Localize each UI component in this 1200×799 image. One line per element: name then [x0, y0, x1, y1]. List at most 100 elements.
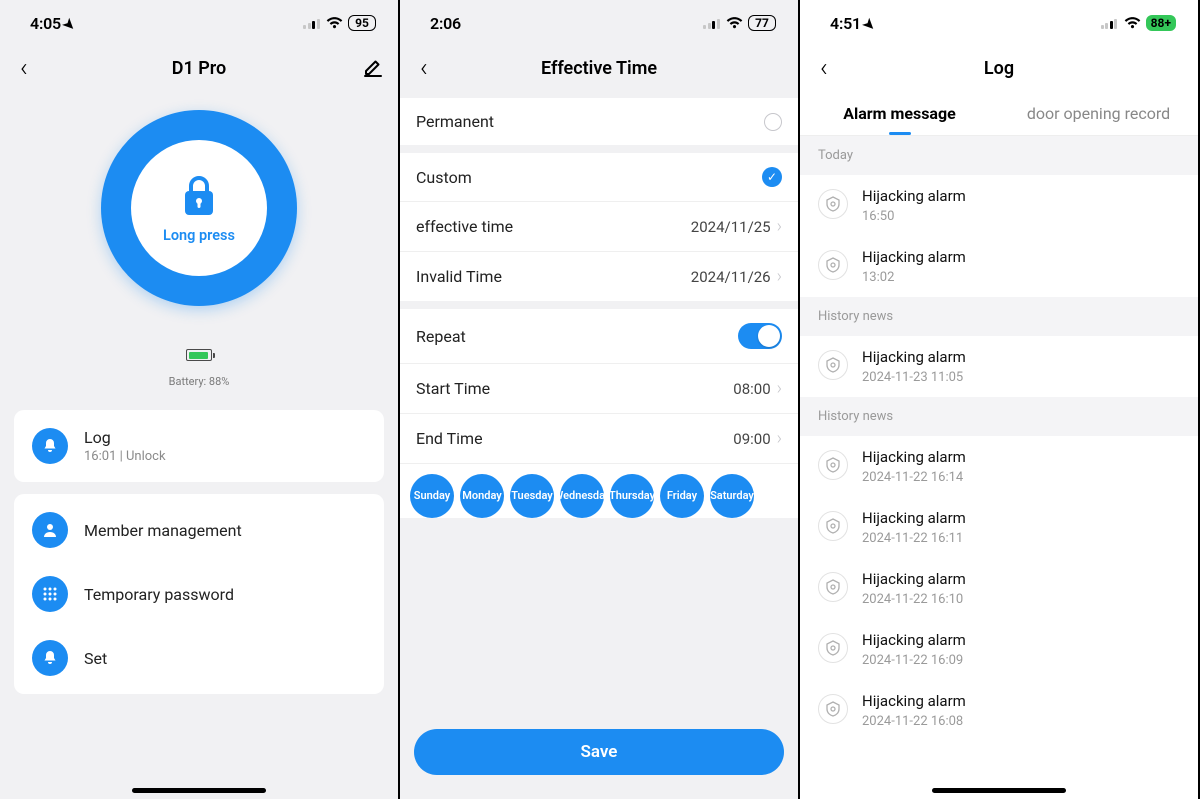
bell-icon [32, 428, 68, 464]
menu-set-label: Set [84, 649, 107, 668]
menu-temp-label: Temporary password [84, 585, 234, 604]
day-chip[interactable]: Thursday [610, 474, 654, 518]
back-button[interactable]: ‹ [812, 49, 836, 87]
status-bar: 4:05➤ 95 [0, 0, 398, 46]
location-arrow-icon: ➤ [859, 15, 878, 34]
menu-temporary-password[interactable]: Temporary password [14, 562, 384, 626]
invalid-time-label: Invalid Time [416, 267, 502, 286]
status-time: 2:06 [430, 14, 461, 33]
bell-icon [32, 640, 68, 676]
wifi-icon [726, 17, 743, 29]
menu-set[interactable]: Set [14, 626, 384, 690]
menu-member-management[interactable]: Member management [14, 498, 384, 562]
battery-block: Battery: 88% [169, 346, 230, 388]
save-button[interactable]: Save [414, 729, 784, 775]
log-row[interactable]: Hijacking alarm 2024-11-22 16:10 [800, 558, 1198, 619]
row-start-time[interactable]: Start Time 08:00 › [400, 364, 798, 414]
tab-alarm-message[interactable]: Alarm message [800, 90, 999, 135]
log-item-time: 2024-11-22 16:11 [862, 531, 966, 546]
log-item-title: Hijacking alarm [862, 509, 966, 527]
chevron-right-icon: › [777, 216, 782, 237]
menu-card: Member management Temporary password Set [14, 494, 384, 694]
custom-group: Custom ✓ effective time 2024/11/25 › Inv… [400, 153, 798, 301]
option-permanent-label: Permanent [416, 112, 494, 131]
day-chip[interactable]: Monday [460, 474, 504, 518]
screen-device-home: 4:05➤ 95 ‹ D1 Pro Long press Ba [0, 0, 400, 799]
log-item-time: 2024-11-23 11:05 [862, 370, 966, 385]
nav-title: Log [984, 58, 1014, 79]
start-time-value-wrap: 08:00 › [733, 378, 782, 399]
edit-button[interactable] [362, 57, 384, 79]
row-end-time[interactable]: End Time 09:00 › [400, 414, 798, 463]
log-summary-card[interactable]: Log 16:01 | Unlock [14, 410, 384, 482]
log-subtitle: 16:01 | Unlock [84, 449, 166, 464]
day-chip[interactable]: Sunday [410, 474, 454, 518]
alarm-icon [818, 633, 848, 663]
log-row[interactable]: Hijacking alarm 2024-11-22 16:11 [800, 497, 1198, 558]
status-icons: 88+ [1101, 15, 1176, 31]
alarm-icon [818, 511, 848, 541]
day-chip[interactable]: Friday [660, 474, 704, 518]
row-repeat: Repeat [400, 309, 798, 364]
cellular-signal-icon [1101, 17, 1119, 29]
chevron-right-icon: › [777, 428, 782, 449]
log-row[interactable]: Hijacking alarm16:50 [800, 175, 1198, 236]
radio-unchecked-icon [764, 113, 782, 131]
day-chip[interactable]: Tuesday [510, 474, 554, 518]
option-custom-label: Custom [416, 168, 472, 187]
chevron-right-icon: › [777, 378, 782, 399]
log-row[interactable]: Hijacking alarm13:02 [800, 236, 1198, 297]
log-row[interactable]: Hijacking alarm2024-11-23 11:05 [800, 336, 1198, 397]
nav-bar: ‹ D1 Pro [0, 46, 398, 90]
log-item-time: 2024-11-22 16:10 [862, 592, 966, 607]
effective-time-value-wrap: 2024/11/25 › [691, 216, 782, 237]
repeat-toggle[interactable] [738, 323, 782, 349]
screen-effective-time: 2:06 77 ‹ Effective Time Permanent Custo… [400, 0, 800, 799]
nav-title: Effective Time [541, 58, 657, 79]
log-summary-row[interactable]: Log 16:01 | Unlock [14, 414, 384, 478]
screen-log: 4:51➤ 88+ ‹ Log Alarm message door openi… [800, 0, 1200, 799]
day-chip[interactable]: Wednesday [560, 474, 604, 518]
cellular-signal-icon [303, 17, 321, 29]
wifi-icon [1124, 17, 1141, 29]
lock-icon [179, 173, 219, 219]
invalid-time-value-wrap: 2024/11/26 › [691, 266, 782, 287]
lock-dial-area: Long press Battery: 88% [0, 90, 398, 398]
lock-dial[interactable]: Long press [101, 110, 297, 306]
wifi-icon [326, 17, 343, 29]
log-item-title: Hijacking alarm [862, 187, 966, 205]
log-title: Log [84, 428, 166, 447]
alarm-icon [818, 189, 848, 219]
log-row[interactable]: Hijacking alarm2024-11-22 16:09 [800, 619, 1198, 680]
log-item-time: 2024-11-22 16:14 [862, 470, 966, 485]
log-item-title: Hijacking alarm [862, 248, 966, 266]
chevron-right-icon: › [777, 266, 782, 287]
cellular-signal-icon [703, 17, 721, 29]
save-button-label: Save [581, 742, 618, 762]
log-section-header: History news [800, 397, 1198, 436]
day-chip[interactable]: Saturday [710, 474, 754, 518]
row-invalid-time[interactable]: Invalid Time 2024/11/26 › [400, 252, 798, 301]
tab-door-opening-record[interactable]: door opening record [999, 90, 1198, 135]
status-icons: 95 [303, 15, 376, 31]
log-row[interactable]: Hijacking alarm2024-11-22 16:14 [800, 436, 1198, 497]
invalid-time-value: 2024/11/26 [691, 268, 771, 286]
nav-title: D1 Pro [172, 58, 226, 79]
home-indicator [932, 788, 1066, 793]
log-item-title: Hijacking alarm [862, 570, 966, 588]
back-button[interactable]: ‹ [12, 49, 36, 87]
effective-time-value: 2024/11/25 [691, 218, 771, 236]
log-row[interactable]: Hijacking alarm2024-11-22 16:08 [800, 680, 1198, 741]
status-time: 4:05➤ [30, 14, 75, 33]
option-custom[interactable]: Custom ✓ [400, 153, 798, 202]
log-tabs: Alarm message door opening record [800, 90, 1198, 136]
option-permanent[interactable]: Permanent [400, 98, 798, 145]
log-list[interactable]: TodayHijacking alarm16:50Hijacking alarm… [800, 136, 1198, 799]
back-button[interactable]: ‹ [412, 49, 436, 87]
keypad-icon [32, 576, 68, 612]
log-section-header: Today [800, 136, 1198, 175]
status-time-text: 4:51 [830, 14, 861, 33]
row-effective-time[interactable]: effective time 2024/11/25 › [400, 202, 798, 252]
repeat-label: Repeat [416, 327, 466, 346]
long-press-label: Long press [163, 227, 235, 244]
